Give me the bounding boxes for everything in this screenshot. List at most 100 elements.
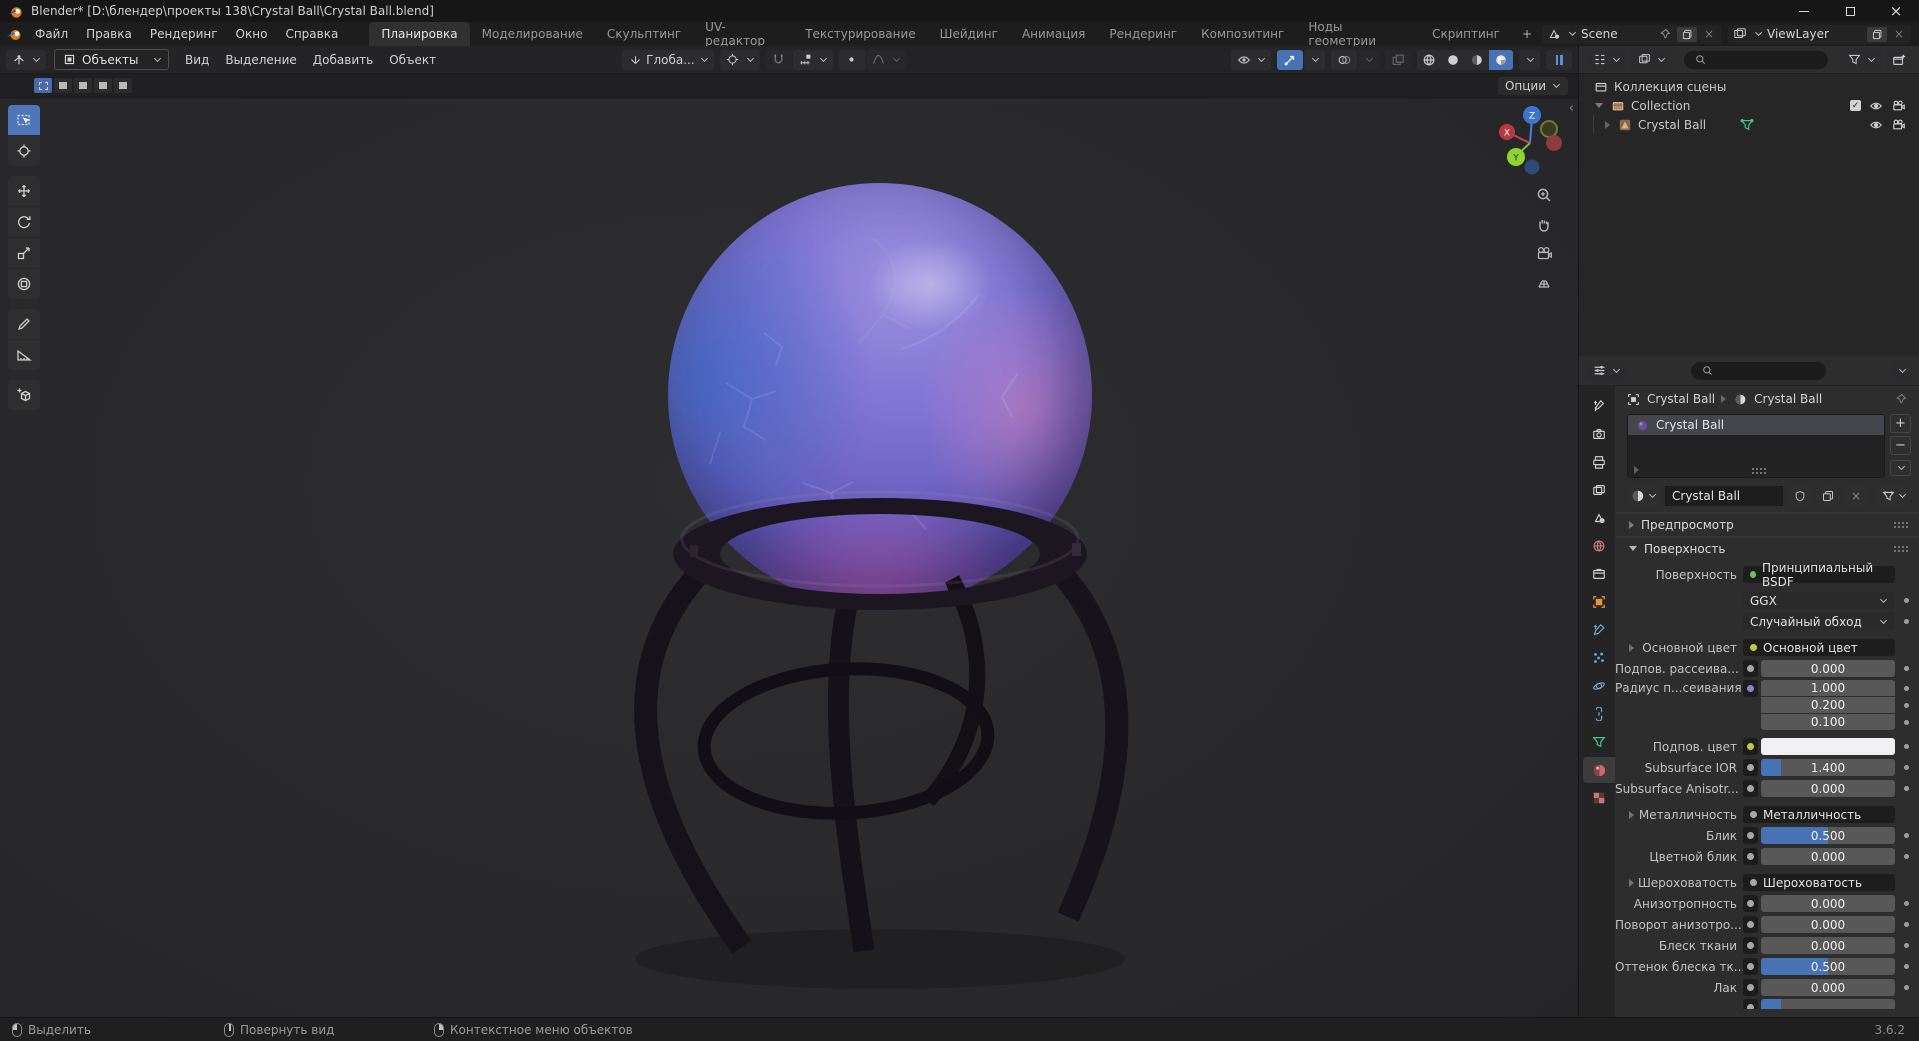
properties-tab-particles[interactable] — [1583, 645, 1615, 671]
extras-dot[interactable] — [1904, 943, 1909, 948]
select-extend-button[interactable] — [54, 78, 72, 93]
menu-Файл[interactable]: Файл — [26, 27, 77, 41]
viewport-menu-Объект[interactable]: Объект — [381, 53, 444, 67]
texture-socket-button[interactable] — [1743, 738, 1758, 755]
pan-view-button[interactable] — [1532, 212, 1556, 236]
viewport-menu-Вид[interactable]: Вид — [177, 53, 217, 67]
cursor-tool-button[interactable] — [8, 136, 40, 166]
texture-socket-button[interactable] — [1743, 848, 1758, 865]
snap-toggle[interactable] — [765, 49, 792, 70]
menu-Окно[interactable]: Окно — [227, 27, 277, 41]
collapse-icon[interactable] — [1595, 103, 1603, 108]
properties-tab-object-data[interactable] — [1583, 729, 1615, 755]
surface-shader-button[interactable]: Принципиальный BSDF — [1743, 561, 1895, 589]
color-swatch[interactable] — [1761, 738, 1895, 755]
texture-socket-button[interactable] — [1743, 937, 1758, 954]
snap-dropdown[interactable] — [792, 49, 833, 70]
properties-tab-world[interactable] — [1583, 533, 1615, 559]
measure-tool-button[interactable] — [8, 340, 40, 370]
shading-dropdown[interactable] — [1519, 49, 1540, 70]
properties-tab-physics[interactable] — [1583, 673, 1615, 699]
extras-dot[interactable] — [1904, 598, 1909, 603]
material-slot-list[interactable]: Crystal Ball — [1627, 414, 1885, 478]
pin-icon[interactable] — [1657, 26, 1673, 42]
menu-Правка[interactable]: Правка — [77, 27, 141, 41]
close-button[interactable]: × — [1873, 0, 1919, 22]
number-slider[interactable]: 0.000 — [1761, 660, 1895, 677]
breadcrumb-object[interactable]: Crystal Ball — [1647, 392, 1715, 406]
scene-selector[interactable]: Scene × — [1542, 24, 1721, 44]
properties-tab-render[interactable] — [1583, 421, 1615, 447]
number-slider[interactable]: 0.000 — [1761, 848, 1895, 865]
gizmos-dropdown[interactable] — [1304, 49, 1325, 70]
proportional-toggle[interactable] — [838, 49, 865, 70]
extras-dot[interactable] — [1904, 765, 1909, 770]
properties-tab-view-layer[interactable] — [1583, 477, 1615, 503]
shading-material-preview-button[interactable] — [1465, 50, 1489, 70]
scene-name[interactable]: Scene — [1581, 27, 1653, 41]
outliner-row-scene-collection[interactable]: Коллекция сцены — [1579, 77, 1919, 96]
properties-tab-modifiers[interactable] — [1583, 617, 1615, 643]
display-mode-dropdown[interactable] — [1586, 49, 1626, 70]
mode-dropdown[interactable]: Объекты — [54, 49, 169, 70]
tab-Текстурирование[interactable]: Текстурирование — [793, 22, 927, 46]
tab-UV-редактор[interactable]: UV-редактор — [693, 20, 793, 48]
transform-tool-button[interactable] — [8, 269, 40, 299]
number-slider[interactable]: 1.400 — [1761, 759, 1895, 776]
tab-Анимация[interactable]: Анимация — [1010, 22, 1097, 46]
options-dropdown[interactable]: Опции — [1497, 76, 1568, 95]
texture-socket-button[interactable] — [1743, 780, 1758, 797]
select-set-button[interactable] — [34, 78, 52, 93]
browse-material-button[interactable] — [1627, 486, 1660, 506]
surface-panel-header[interactable]: Поверхность — [1615, 536, 1919, 560]
add-slot-button[interactable]: + — [1890, 414, 1911, 433]
enum-dropdown[interactable]: GGX — [1743, 592, 1895, 609]
blender-menu-icon[interactable] — [6, 26, 22, 42]
tab-Планировка[interactable]: Планировка — [369, 22, 470, 46]
linked-input-button[interactable]: Металличность — [1743, 806, 1895, 823]
disable-render-icon[interactable] — [1891, 117, 1907, 133]
material-slot-selected[interactable]: Crystal Ball — [1628, 415, 1884, 435]
texture-socket-button[interactable] — [1743, 999, 1758, 1009]
editor-type-button[interactable] — [6, 49, 46, 70]
select-box-tool-button[interactable] — [8, 105, 40, 135]
extras-dot[interactable] — [1904, 833, 1909, 838]
add-cube-tool-button[interactable] — [8, 380, 40, 410]
texture-socket-button[interactable] — [1743, 958, 1758, 975]
extras-dot[interactable] — [1904, 901, 1909, 906]
xray-toggle[interactable] — [1385, 49, 1411, 70]
camera-view-button[interactable] — [1532, 241, 1556, 265]
number-slider[interactable]: 0.000 — [1761, 780, 1895, 797]
slot-expand-icon[interactable] — [1634, 466, 1639, 474]
extras-dot[interactable] — [1904, 985, 1909, 990]
extras-dot[interactable] — [1904, 666, 1909, 671]
menu-Рендеринг[interactable]: Рендеринг — [141, 27, 227, 41]
resize-grip[interactable] — [1750, 466, 1767, 474]
preview-panel-header[interactable]: Предпросмотр — [1615, 512, 1919, 536]
tab-Шейдинг[interactable]: Шейдинг — [928, 22, 1010, 46]
outliner-row-Crystal Ball[interactable]: Crystal Ball — [1579, 115, 1919, 134]
properties-tab-material[interactable] — [1583, 757, 1615, 783]
properties-tab-texture[interactable] — [1583, 785, 1615, 811]
number-slider[interactable]: 0.500 — [1761, 958, 1895, 975]
select-intersect-button[interactable] — [114, 78, 132, 93]
properties-tab-tool[interactable] — [1583, 393, 1615, 419]
add-workspace-button[interactable]: + — [1512, 22, 1542, 46]
shading-wireframe-button[interactable] — [1417, 50, 1441, 70]
number-field[interactable]: 1.000 — [1761, 680, 1895, 696]
expand-subpanel-icon[interactable] — [1629, 811, 1634, 819]
new-scene-icon[interactable] — [1677, 26, 1697, 42]
unlink-material-button[interactable]: × — [1845, 486, 1867, 506]
number-slider[interactable]: 0.000 — [1761, 979, 1895, 996]
texture-socket-button[interactable] — [1743, 916, 1758, 933]
extras-dot[interactable] — [1904, 854, 1909, 859]
number-slider[interactable]: 0.500 — [1761, 827, 1895, 844]
disable-render-icon[interactable] — [1891, 98, 1907, 114]
hide-eye-icon[interactable] — [1868, 117, 1884, 133]
crystal-ball-object[interactable] — [668, 183, 1092, 607]
texture-socket-button[interactable] — [1743, 827, 1758, 844]
pin-icon[interactable] — [1893, 391, 1909, 407]
texture-socket-button[interactable] — [1743, 680, 1758, 697]
properties-search[interactable] — [1691, 361, 1826, 380]
remove-slot-button[interactable]: − — [1890, 436, 1911, 455]
